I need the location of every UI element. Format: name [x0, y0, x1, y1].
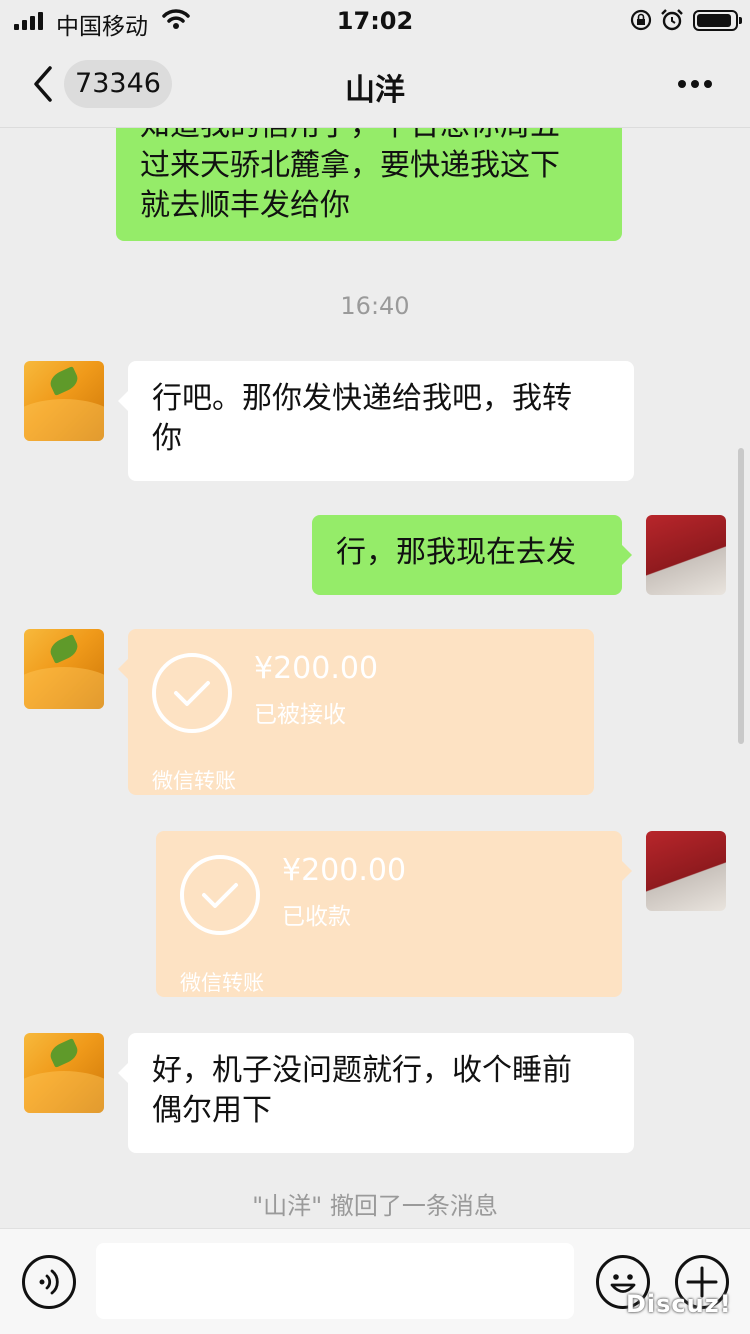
message-text: 就去顺丰发给你 — [140, 188, 350, 223]
message-input[interactable] — [96, 1243, 574, 1319]
lock-rotation-icon — [630, 9, 652, 31]
message-text: 行吧。那你发快递给我吧，我转 — [152, 381, 572, 416]
chat-title: 山洋 — [345, 73, 405, 108]
recall-notice: "山洋" 撤回了一条消息 — [252, 1192, 498, 1220]
transfer-label: 微信转账 — [180, 971, 264, 995]
message-list[interactable]: 知道我的信用了，平台想你周五 过来天骄北麓拿，要快递我这下 就去顺丰发给你 16… — [0, 128, 750, 1228]
battery-icon — [693, 10, 742, 31]
transfer-amount: ¥200.00 — [254, 651, 379, 686]
message-bubble-sent[interactable]: 行，那我现在去发 — [312, 515, 632, 595]
transfer-card-received[interactable]: ¥200.00 已被接收 微信转账 — [118, 629, 594, 795]
message-text: 行，那我现在去发 — [336, 535, 576, 570]
input-bar — [0, 1228, 750, 1334]
message-bubble-received[interactable]: 好，机子没问题就行，收个睡前 偶尔用下 — [118, 1033, 634, 1153]
message-text: 你 — [152, 421, 182, 456]
message-text: 偶尔用下 — [152, 1093, 272, 1128]
watermark: Discuz! — [626, 1290, 732, 1318]
check-icon — [152, 653, 232, 733]
message-bubble-sent[interactable]: 知道我的信用了，平台想你周五 过来天骄北麓拿，要快递我这下 就去顺丰发给你 — [116, 128, 622, 241]
contact-avatar[interactable] — [24, 361, 104, 441]
my-avatar[interactable] — [646, 831, 726, 911]
transfer-label: 微信转账 — [152, 769, 236, 793]
scrollbar[interactable] — [738, 448, 744, 744]
status-bar: 中国移动 17:02 — [0, 0, 750, 42]
transfer-amount: ¥200.00 — [282, 853, 407, 888]
contact-avatar[interactable] — [24, 1033, 104, 1113]
message-bubble-received[interactable]: 行吧。那你发快递给我吧，我转 你 — [118, 361, 634, 481]
transfer-status: 已被接收 — [254, 702, 346, 728]
alarm-icon — [661, 9, 683, 31]
chat-header: 73346 山洋 — [0, 42, 750, 128]
transfer-card-sent[interactable]: ¥200.00 已收款 微信转账 — [156, 831, 632, 997]
voice-icon[interactable] — [22, 1255, 76, 1309]
more-icon[interactable] — [668, 68, 722, 98]
contact-avatar[interactable] — [24, 629, 104, 709]
check-icon — [180, 855, 260, 935]
message-text: 过来天骄北麓拿，要快递我这下 — [140, 148, 560, 183]
message-timestamp: 16:40 — [340, 292, 410, 320]
message-text: 知道我的信用了，平台想你周五 — [140, 128, 598, 146]
message-text: 好，机子没问题就行，收个睡前 — [152, 1053, 572, 1088]
my-avatar[interactable] — [646, 515, 726, 595]
transfer-status: 已收款 — [282, 904, 351, 930]
